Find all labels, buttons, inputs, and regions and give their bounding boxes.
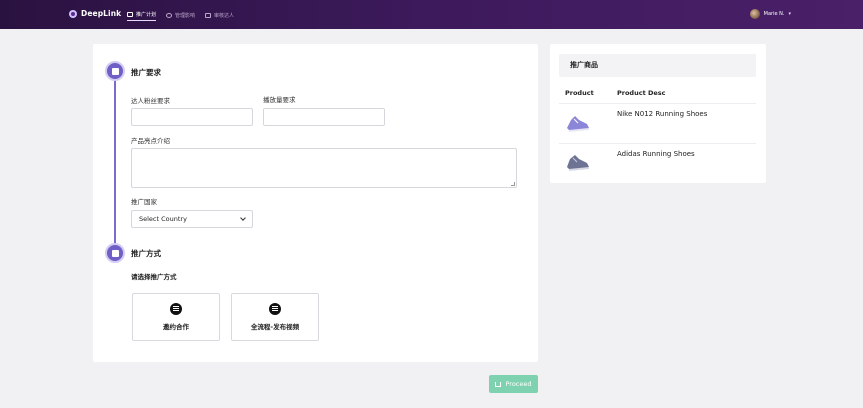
views-input[interactable] bbox=[263, 108, 385, 126]
nav-label: 推广计划 bbox=[136, 12, 157, 18]
highlight-textarea[interactable] bbox=[131, 148, 517, 188]
wallet-icon bbox=[111, 249, 119, 257]
views-label: 播放量要求 bbox=[263, 96, 296, 104]
section-title-method: 推广方式 bbox=[131, 249, 161, 258]
video-publish-icon bbox=[269, 303, 281, 315]
list-icon bbox=[205, 12, 212, 18]
option-full-video[interactable]: 全流程-发布视频 bbox=[231, 293, 319, 341]
country-select[interactable]: Select Country bbox=[131, 210, 253, 228]
nav-item-review-influencers[interactable]: 审核达人 bbox=[205, 11, 234, 21]
divider bbox=[559, 143, 756, 144]
option-label: 邀约合作 bbox=[163, 323, 189, 331]
col-header-desc: Product Desc bbox=[617, 89, 666, 97]
nav-label: 审核达人 bbox=[214, 12, 235, 19]
home-icon bbox=[127, 12, 133, 17]
option-invite-collab[interactable]: 邀约合作 bbox=[132, 293, 220, 341]
nav-item-promotion-plan[interactable]: 推广计划 bbox=[127, 11, 157, 21]
purple-shoe-icon bbox=[567, 116, 589, 132]
step-1-badge bbox=[105, 61, 125, 81]
proceed-label: Proceed bbox=[505, 380, 532, 388]
user-name: Marie N. bbox=[763, 11, 785, 17]
nav-item-manage[interactable]: 管理影响 bbox=[166, 11, 195, 21]
brand-name: DeepLink bbox=[81, 9, 122, 18]
brand[interactable]: DeepLink bbox=[69, 9, 121, 18]
chevron-down-icon bbox=[240, 215, 246, 221]
col-header-product: Product bbox=[565, 89, 594, 97]
step-timeline bbox=[114, 72, 116, 250]
chat-icon bbox=[170, 303, 182, 315]
country-select-value: Select Country bbox=[139, 215, 187, 223]
followers-label: 达人粉丝要求 bbox=[131, 97, 170, 105]
section-title-requirements: 推广要求 bbox=[131, 68, 161, 77]
product-desc[interactable]: Adidas Running Shoes bbox=[617, 150, 695, 158]
divider bbox=[559, 103, 756, 104]
resize-handle-icon[interactable] bbox=[511, 182, 515, 186]
chevron-down-icon: ▾ bbox=[788, 11, 791, 17]
user-menu[interactable]: Marie N. ▾ bbox=[749, 9, 791, 19]
country-label: 推广国家 bbox=[131, 198, 157, 206]
avatar bbox=[749, 9, 760, 19]
highlight-label: 产品亮点介绍 bbox=[131, 137, 170, 145]
option-label: 全流程-发布视频 bbox=[250, 323, 300, 331]
followers-input[interactable] bbox=[131, 108, 253, 126]
deeplink-logo-icon bbox=[69, 9, 77, 18]
cart-icon bbox=[495, 381, 502, 387]
step-2-badge bbox=[105, 243, 125, 263]
top-navbar: DeepLink 推广计划 管理影响 审核达人 Marie N. ▾ bbox=[0, 0, 863, 29]
gray-shoe-icon bbox=[567, 155, 589, 171]
proceed-button[interactable]: Proceed bbox=[489, 375, 538, 393]
main-nav: 推广计划 管理影响 审核达人 bbox=[127, 11, 234, 21]
nav-label: 管理影响 bbox=[175, 12, 196, 19]
circle-icon bbox=[166, 12, 173, 18]
method-prompt: 请选择推广方式 bbox=[131, 273, 177, 281]
document-icon bbox=[111, 67, 119, 75]
product-desc[interactable]: Nike N012 Running Shoes bbox=[617, 110, 707, 118]
products-title: 推广商品 bbox=[559, 54, 756, 77]
